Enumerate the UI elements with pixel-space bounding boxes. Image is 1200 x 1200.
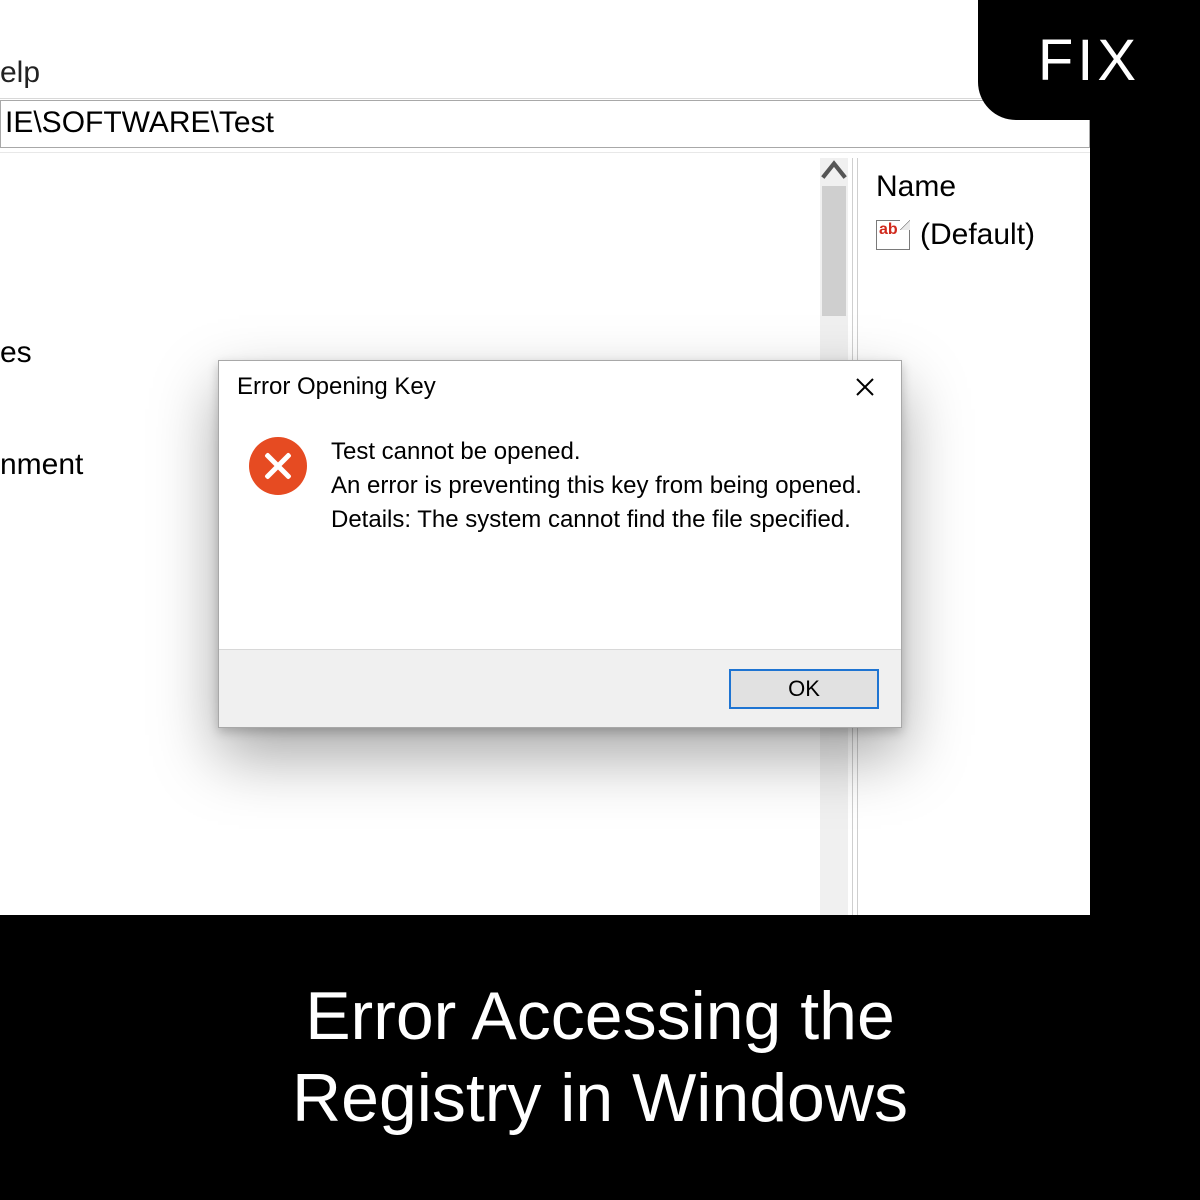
header-separator xyxy=(0,152,1090,153)
tree-item-fragment-1[interactable]: es xyxy=(0,336,32,370)
scroll-up-icon[interactable] xyxy=(820,158,848,186)
value-name: (Default) xyxy=(920,218,1035,252)
dialog-line-1: Test cannot be opened. xyxy=(331,435,862,469)
menu-divider xyxy=(0,98,1090,99)
dialog-line-2: An error is preventing this key from bei… xyxy=(331,469,862,503)
dialog-footer: OK xyxy=(219,649,901,727)
registry-path-input[interactable]: IE\SOFTWARE\Test xyxy=(0,100,1090,148)
fix-badge-label: FIX xyxy=(1038,27,1140,94)
dialog-titlebar[interactable]: Error Opening Key xyxy=(219,361,901,413)
close-icon[interactable] xyxy=(845,367,885,407)
column-header-name[interactable]: Name xyxy=(862,158,1090,214)
fix-badge: FIX xyxy=(978,0,1200,120)
dialog-line-3: Details: The system cannot find the file… xyxy=(331,503,862,537)
dialog-title: Error Opening Key xyxy=(237,373,436,401)
menu-help-fragment[interactable]: elp xyxy=(0,50,40,96)
dialog-body: Test cannot be opened. An error is preve… xyxy=(219,413,901,571)
string-value-icon xyxy=(876,220,910,250)
value-row-default[interactable]: (Default) xyxy=(862,214,1090,256)
article-caption: Error Accessing the Registry in Windows xyxy=(0,915,1200,1200)
error-icon xyxy=(249,437,307,495)
scroll-thumb[interactable] xyxy=(822,186,846,316)
caption-line-2: Registry in Windows xyxy=(292,1058,908,1140)
error-dialog: Error Opening Key Test cannot be opened.… xyxy=(218,360,902,728)
menu-bar: elp xyxy=(0,50,1090,96)
tree-item-fragment-2[interactable]: nment xyxy=(0,448,83,482)
dialog-message: Test cannot be opened. An error is preve… xyxy=(331,435,862,537)
caption-line-1: Error Accessing the xyxy=(292,976,908,1058)
ok-button[interactable]: OK xyxy=(729,669,879,709)
